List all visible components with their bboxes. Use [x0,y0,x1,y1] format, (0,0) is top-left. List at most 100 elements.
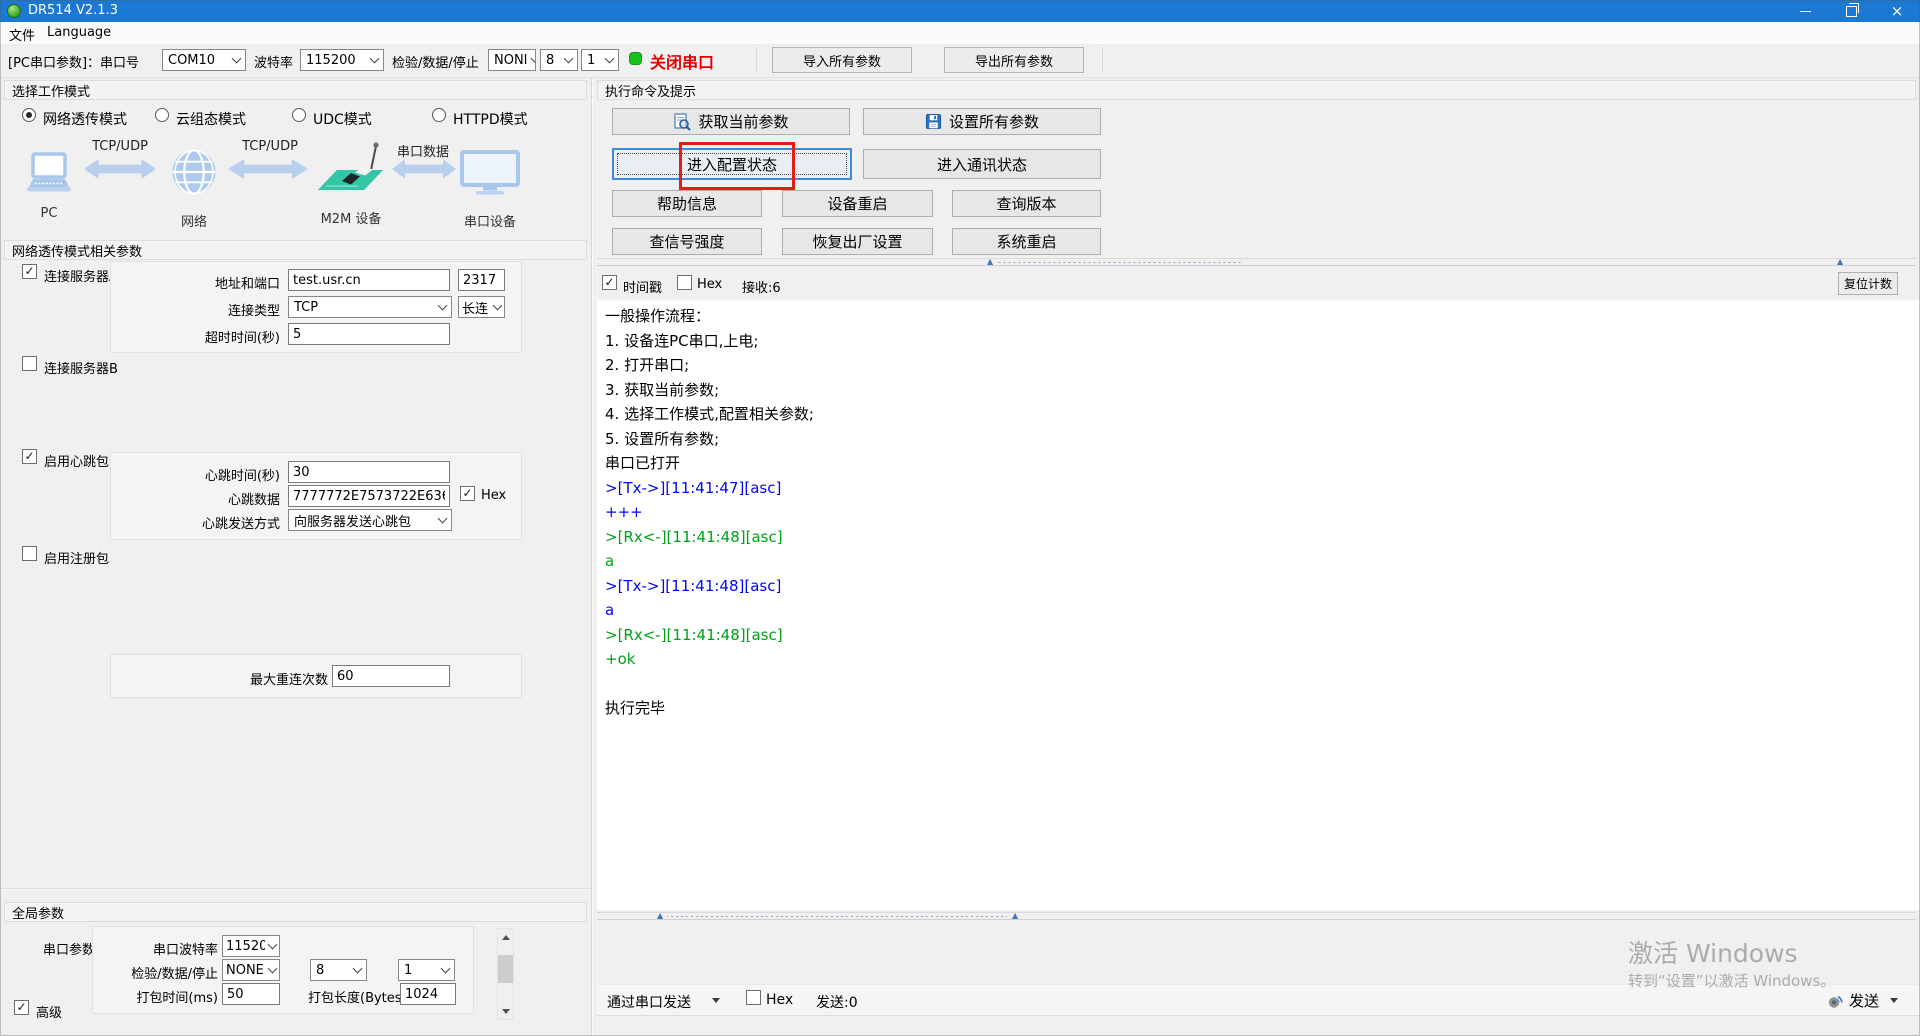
sent-count: 发送:0 [816,992,858,1012]
arrow-left-right-icon [228,158,308,184]
import-all-button[interactable]: 导入所有参数 [772,47,912,73]
pack-time-input[interactable] [222,983,280,1005]
stopbits-value: 1 [587,53,595,68]
send-button[interactable]: 发送 [1826,990,1898,1011]
send-hex-checkbox[interactable] [746,990,761,1005]
log-line: 1. 设备连PC串口,上电; [605,329,1916,354]
radio-httpd[interactable] [432,108,446,122]
hb-data-input[interactable] [288,485,450,507]
log-splitter-top[interactable]: ▲ ▲ [597,258,1916,266]
scroll-down-button[interactable] [498,1003,513,1019]
conn-type-select[interactable]: TCP [288,296,452,318]
network-globe-icon [168,148,220,200]
voice-send-icon [1826,992,1844,1010]
parity-select[interactable]: NONI [488,49,536,71]
close-port-button[interactable]: 关闭串口 [650,49,714,73]
check-icon: ✓ [16,1001,26,1013]
get-params-button[interactable]: 获取当前参数 [612,108,850,135]
factory-reset-button[interactable]: 恢复出厂设置 [782,228,933,255]
timestamp-checkbox[interactable]: ✓ [602,275,617,290]
server-a-checkbox[interactable]: ✓ [22,264,37,279]
system-reboot-button[interactable]: 系统重启 [952,228,1101,255]
stopbits-select[interactable]: 1 [581,49,619,71]
query-signal-button[interactable]: 查信号强度 [612,228,762,255]
left-panel-divider [0,888,590,890]
timestamp-label: 时间戳 [623,277,662,296]
node-serial-device-label: 串口设备 [452,211,528,230]
radio-udc[interactable] [292,108,306,122]
chevron-down-icon [564,54,574,64]
com-port-select[interactable]: COM10 [162,49,246,71]
send-via-dropdown[interactable]: 通过串口发送 [607,992,691,1012]
radio-net-transparent[interactable] [22,108,36,122]
menu-language[interactable]: Language [47,25,111,40]
heartbeat-label: 启用心跳包 [44,451,109,470]
triangle-up-icon: ▲ [1837,256,1843,268]
global-section-header: 全局参数 [4,902,587,922]
set-params-button[interactable]: 设置所有参数 [863,108,1101,135]
reconnect-input[interactable] [332,665,450,687]
reboot-device-button[interactable]: 设备重启 [782,190,933,217]
advanced-checkbox[interactable]: ✓ [14,1000,29,1015]
send-button-label: 发送 [1849,990,1879,1011]
chevron-down-icon [370,54,380,64]
g-parity-select[interactable]: NONE [222,959,280,981]
g-baud-select[interactable]: 115200 [222,935,280,957]
heartbeat-checkbox[interactable]: ✓ [22,449,37,464]
pack-len-input[interactable] [400,983,456,1005]
reset-count-button[interactable]: 复位计数 [1838,272,1898,295]
hb-mode-label: 心跳发送方式 [170,513,280,532]
reconnect-label: 最大重连次数 [218,669,328,688]
query-version-button[interactable]: 查询版本 [952,190,1101,217]
minimize-button[interactable] [1782,0,1828,22]
m2m-device-icon [314,140,386,208]
pc-serial-params-label: [PC串口参数]：串口号 [8,52,139,71]
close-button[interactable]: × [1874,0,1920,22]
enter-comm-label: 进入通讯状态 [937,154,1027,175]
menu-file[interactable]: 文件 [9,25,35,44]
hb-hex-checkbox[interactable]: ✓ [460,486,475,501]
log-splitter-bottom[interactable]: ▲ ▲ [597,912,1916,920]
log-line: 执行完毕 [605,696,1916,721]
radio-cloud-scada[interactable] [155,108,169,122]
conn-mode-select[interactable]: 长连 [458,296,505,318]
server-b-checkbox[interactable] [22,356,37,371]
enter-comm-button[interactable]: 进入通讯状态 [863,149,1101,179]
menu-bar [0,22,1920,45]
global-title: 全局参数 [12,903,64,922]
g-databits-value: 8 [316,963,324,978]
check-icon: ✓ [462,487,472,499]
restore-button[interactable] [1828,0,1874,22]
left-scrollbar[interactable] [497,928,514,1020]
timeout-input[interactable] [288,323,450,345]
register-checkbox[interactable] [22,546,37,561]
g-databits-select[interactable]: 8 [310,959,367,981]
hb-time-input[interactable] [288,461,450,483]
scroll-up-button[interactable] [498,929,513,945]
baud-label: 波特率 [254,52,293,71]
export-all-button[interactable]: 导出所有参数 [944,47,1084,73]
g-stopbits-select[interactable]: 1 [398,959,455,981]
databits-value: 8 [546,53,554,68]
hb-mode-select[interactable]: 向服务器发送心跳包 [288,509,452,531]
log-output-area[interactable]: 一般操作流程： 1. 设备连PC串口,上电; 2. 打开串口; 3. 获取当前参… [597,300,1920,910]
server-port-input[interactable] [458,269,505,291]
g-baud-value: 115200 [226,939,265,954]
recv-count: 接收:6 [742,277,781,296]
databits-select[interactable]: 8 [540,49,578,71]
help-button[interactable]: 帮助信息 [612,190,762,217]
timeout-label: 超时时间(秒) [170,327,280,346]
baud-select[interactable]: 115200 [300,49,384,71]
g-stopbits-value: 1 [404,963,412,978]
hb-time-label: 心跳时间(秒) [170,465,280,484]
pack-len-label: 打包长度(Bytes) [308,987,396,1006]
scrollbar-thumb[interactable] [498,955,513,983]
server-address-input[interactable] [288,269,450,291]
log-hex-checkbox[interactable] [677,275,692,290]
server-a-label: 连接服务器A [44,266,118,285]
set-params-label: 设置所有参数 [949,111,1039,132]
chevron-down-icon[interactable] [712,998,720,1003]
parity-value: NONI [494,53,528,68]
triangle-up-icon: ▲ [987,256,993,268]
work-mode-section-header: 选择工作模式 [4,80,587,100]
